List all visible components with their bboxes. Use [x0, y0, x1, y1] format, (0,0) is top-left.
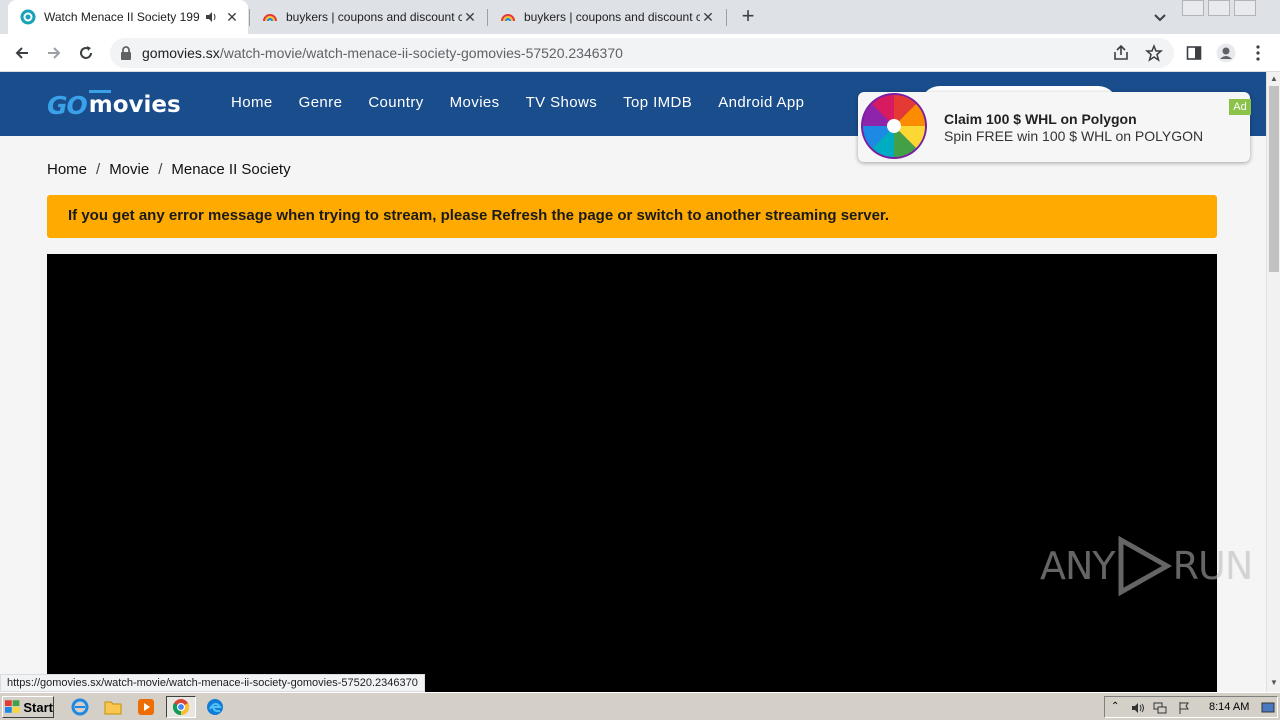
- nav-android-app[interactable]: Android App: [718, 94, 804, 111]
- play-logo-icon: [1118, 536, 1172, 596]
- scroll-down-icon[interactable]: ▼: [1270, 678, 1278, 687]
- nav-top-imdb[interactable]: Top IMDB: [623, 94, 692, 111]
- nav-tv-shows[interactable]: TV Shows: [526, 94, 598, 111]
- scrollbar-thumb[interactable]: [1269, 86, 1279, 272]
- clock[interactable]: 8:14 AM: [1209, 701, 1249, 713]
- url-host: gomovies.sx: [142, 45, 220, 61]
- browser-tab-strip: Watch Menace II Society 1993 ✕ buykers |…: [0, 0, 1280, 34]
- folder-icon: [104, 701, 122, 715]
- profile-icon: [1216, 43, 1236, 63]
- anyrun-watermark: ANY RUN: [1040, 536, 1254, 596]
- taskbar-media-player[interactable]: [135, 697, 157, 717]
- windows-flag-icon: [5, 700, 20, 713]
- start-button[interactable]: Start: [2, 696, 54, 718]
- tab-buykers-2[interactable]: buykers | coupons and discount code ✕: [488, 0, 724, 34]
- video-player[interactable]: [47, 254, 1217, 692]
- system-tray: ⌃ 8:14 AM: [1104, 696, 1278, 718]
- tab-buykers-1[interactable]: buykers | coupons and discount code ✕: [250, 0, 486, 34]
- taskbar-chrome[interactable]: [166, 696, 196, 718]
- share-icon[interactable]: [1112, 44, 1130, 62]
- reload-button[interactable]: [74, 41, 98, 65]
- link-status-bubble: https://gomovies.sx/watch-movie/watch-me…: [0, 674, 425, 692]
- watermark-right-text: RUN: [1172, 544, 1254, 588]
- logo-go-text: GO: [47, 90, 88, 120]
- internet-explorer-icon: [71, 698, 89, 716]
- breadcrumb-current: Menace II Society: [171, 161, 291, 178]
- chrome-icon: [172, 699, 190, 716]
- action-center-flag-icon[interactable]: [1177, 701, 1191, 715]
- main-navigation: Home Genre Country Movies TV Shows Top I…: [218, 94, 817, 111]
- breadcrumb-home[interactable]: Home: [47, 161, 87, 178]
- nav-home[interactable]: Home: [231, 94, 273, 111]
- ad-subline: Spin FREE win 100 $ WHL on POLYGON: [944, 128, 1204, 144]
- scroll-up-icon[interactable]: ▲: [1270, 74, 1278, 83]
- url-text: gomovies.sx/watch-movie/watch-menace-ii-…: [142, 45, 623, 61]
- close-tab-icon[interactable]: ✕: [462, 9, 478, 25]
- reload-icon: [80, 46, 92, 59]
- arrow-left-icon: [15, 47, 28, 59]
- chevron-down-icon[interactable]: [1151, 8, 1169, 26]
- gomovies-favicon-icon: [20, 9, 36, 25]
- side-panel-icon: [1186, 46, 1202, 60]
- restore-icon[interactable]: [1208, 0, 1230, 16]
- nav-genre[interactable]: Genre: [299, 94, 343, 111]
- ad-popup[interactable]: Claim 100 $ WHL on Polygon Spin FREE win…: [858, 92, 1251, 162]
- tray-expand-icon[interactable]: ⌃: [1111, 701, 1125, 715]
- tab-title: buykers | coupons and discount code: [286, 10, 462, 24]
- breadcrumb-separator: /: [158, 161, 163, 178]
- stream-error-alert: If you get any error message when trying…: [47, 195, 1217, 238]
- tab-title: Watch Menace II Society 1993: [44, 10, 200, 24]
- ad-headline: Claim 100 $ WHL on Polygon: [944, 111, 1137, 127]
- close-tab-icon[interactable]: ✕: [224, 9, 240, 25]
- breadcrumb-movie[interactable]: Movie: [109, 161, 149, 178]
- new-tab-button[interactable]: +: [736, 5, 760, 29]
- back-button[interactable]: [10, 41, 34, 65]
- browser-toolbar: gomovies.sx/watch-movie/watch-menace-ii-…: [0, 34, 1280, 72]
- tab-watch-menace[interactable]: Watch Menace II Society 1993 ✕: [8, 0, 248, 34]
- network-icon[interactable]: [1153, 701, 1167, 715]
- prize-wheel-icon: [861, 93, 927, 159]
- watermark-left-text: ANY: [1040, 544, 1116, 588]
- gomovies-logo[interactable]: GO movies: [47, 90, 181, 120]
- close-window-icon[interactable]: [1234, 0, 1256, 16]
- edge-icon: [207, 699, 223, 715]
- nav-movies[interactable]: Movies: [450, 94, 500, 111]
- address-bar[interactable]: gomovies.sx/watch-movie/watch-menace-ii-…: [110, 38, 1174, 68]
- rainbow-favicon-icon: [501, 14, 515, 22]
- ad-badge: Ad: [1229, 99, 1251, 115]
- kebab-menu-icon: [1256, 45, 1260, 61]
- lock-icon[interactable]: [120, 46, 132, 60]
- minimize-icon[interactable]: [1182, 0, 1204, 16]
- media-player-icon: [138, 699, 154, 715]
- web-page: GO movies Home Genre Country Movies TV S…: [0, 72, 1266, 692]
- url-path: /watch-movie/watch-menace-ii-society-gom…: [219, 45, 623, 61]
- star-icon[interactable]: [1145, 44, 1163, 62]
- logo-movies-text: movies: [88, 90, 181, 118]
- breadcrumb-separator: /: [96, 161, 101, 178]
- start-label: Start: [23, 699, 53, 715]
- taskbar-edge[interactable]: [204, 697, 226, 717]
- menu-button[interactable]: [1247, 42, 1269, 64]
- arrow-right-icon: [48, 47, 61, 59]
- volume-icon[interactable]: [1131, 701, 1145, 715]
- taskbar-explorer[interactable]: [102, 697, 124, 717]
- breadcrumb: Home / Movie / Menace II Society: [47, 161, 291, 178]
- tab-title: buykers | coupons and discount code: [524, 10, 700, 24]
- speaker-icon[interactable]: [204, 10, 218, 24]
- show-desktop-icon[interactable]: [1261, 701, 1275, 715]
- window-controls: [1178, 0, 1256, 18]
- taskbar-ie[interactable]: [69, 697, 91, 717]
- forward-button[interactable]: [42, 41, 66, 65]
- rainbow-favicon-icon: [263, 14, 277, 22]
- profile-button[interactable]: [1215, 42, 1237, 64]
- page-scrollbar[interactable]: ▲ ▼: [1266, 72, 1280, 692]
- close-tab-icon[interactable]: ✕: [700, 9, 716, 25]
- alert-text: If you get any error message when trying…: [68, 207, 890, 224]
- side-panel-button[interactable]: [1183, 42, 1205, 64]
- taskbar: Start ⌃ 8:14 AM: [0, 692, 1280, 720]
- tab-divider: [726, 9, 727, 26]
- nav-country[interactable]: Country: [368, 94, 423, 111]
